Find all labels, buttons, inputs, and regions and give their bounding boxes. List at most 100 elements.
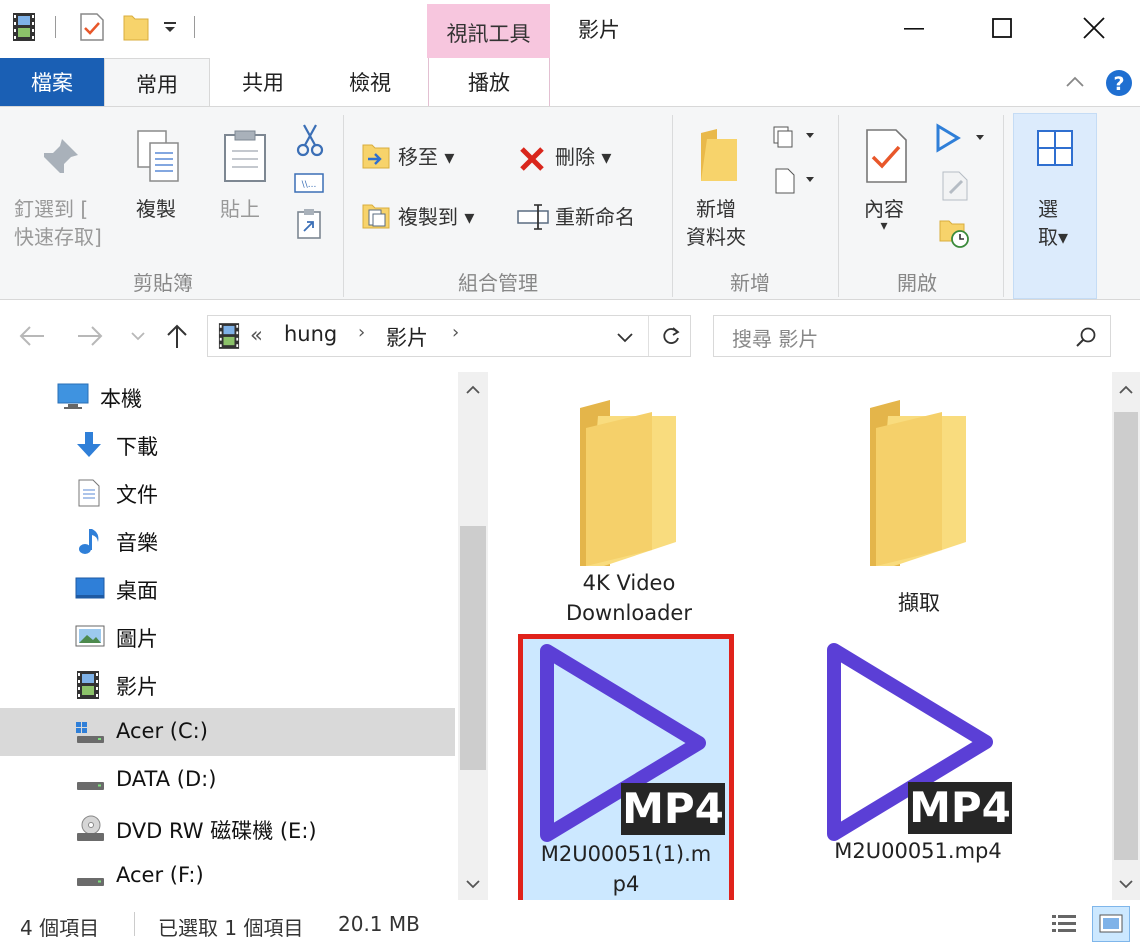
main-scrollbar[interactable] [1112,372,1140,900]
video-file-selected[interactable]: MP4 M2U00051(1).m p4 [518,634,734,908]
tab-share[interactable]: 共用 [210,58,316,106]
breadcrumb-chevron-icon[interactable]: › [358,322,365,343]
recent-locations-icon[interactable] [130,328,146,347]
collapse-ribbon-icon[interactable] [1064,72,1086,96]
paste-icon[interactable] [220,127,270,189]
details-view-icon[interactable] [1050,910,1080,942]
main-scroll-thumb[interactable] [1114,412,1138,860]
nav-item-videos[interactable]: 影片 [0,660,455,708]
pin-icon[interactable] [38,135,82,183]
properties-check-icon[interactable] [79,12,104,42]
paste-label[interactable]: 貼上 [220,195,260,223]
tab-play[interactable]: 播放 [428,58,550,106]
nav-scroll-thumb[interactable] [460,526,486,770]
breadcrumb-hung[interactable]: hung [284,322,337,346]
nav-item-pictures[interactable]: 圖片 [0,612,455,660]
new-folder-icon[interactable] [697,127,743,189]
organize-group-label: 組合管理 [458,271,538,295]
new-item-icon[interactable] [770,121,818,155]
copy-to-button[interactable]: 複製到 ▾ [398,203,474,231]
paste-shortcut-icon[interactable] [295,207,323,245]
svg-text:?: ? [1113,73,1124,95]
nav-item-downloads[interactable]: 下載 [0,420,455,468]
pictures-icon [74,622,105,650]
document-icon [76,478,106,507]
folder-icon [564,398,684,572]
nav-item-acer-f[interactable]: Acer (F:) [0,852,455,900]
select-grid-icon[interactable] [1036,129,1074,171]
breadcrumb-videos[interactable]: 影片 [386,322,428,352]
back-arrow-icon[interactable] [18,324,46,352]
path-overflow[interactable]: « [250,323,263,347]
scroll-up-icon[interactable] [1118,382,1134,401]
edit-icon[interactable] [940,169,970,207]
copy-to-icon[interactable] [360,201,392,235]
refresh-icon[interactable] [660,326,682,352]
cut-scissors-icon[interactable] [295,123,325,161]
tab-home[interactable]: 常用 [104,58,210,108]
copy-label[interactable]: 複製 [136,195,176,223]
scroll-up-icon[interactable] [465,382,481,401]
nav-scrollbar[interactable] [458,372,488,900]
status-bar: 4 個項目 已選取 1 個項目 20.1 MB [0,900,1140,948]
nav-item-desktop[interactable]: 桌面 [0,564,455,612]
folder-item[interactable]: 擷取 [834,392,1004,632]
delete-button[interactable]: 刪除 ▾ [555,143,611,171]
new-folder-quick-icon[interactable] [122,12,149,42]
nav-item-acer-c[interactable]: Acer (C:) [0,708,455,756]
copy-path-icon[interactable]: \\... [293,171,325,199]
breadcrumb-chevron-icon[interactable]: › [452,322,459,343]
search-icon[interactable] [1074,325,1098,353]
properties-button[interactable]: 內容 ▾ [864,195,904,237]
drive-icon [74,766,104,794]
large-icons-view-button[interactable] [1092,906,1130,942]
nav-item-data-d[interactable]: DATA (D:) [0,756,455,804]
forward-arrow-icon[interactable] [76,324,104,352]
new-group-label: 新增 [730,271,770,295]
rename-button[interactable]: 重新命名 [555,203,635,231]
search-box[interactable]: 搜尋 影片 [713,315,1111,357]
new-folder-button[interactable]: 新增 資料夾 [686,195,746,251]
close-button[interactable] [1064,8,1124,48]
move-to-icon[interactable] [360,141,392,175]
nav-item-this-pc[interactable]: 本機 [0,372,455,420]
open-play-icon[interactable] [934,123,990,157]
film-icon [12,12,36,42]
up-arrow-icon[interactable] [164,322,190,354]
delete-x-icon[interactable] [518,145,546,177]
history-icon[interactable] [938,215,972,253]
selection-count: 已選取 1 個項目 [158,916,304,940]
address-bar[interactable]: « hung › 影片 › [207,315,691,357]
minimize-icon [904,28,924,30]
maximize-icon [992,18,1012,38]
ribbon: 釘選到 [快速存取] 複製 貼上 \\... 剪貼簿 移至 ▾ 複製到 ▾ 刪除… [0,106,1140,300]
selection-size: 20.1 MB [338,912,420,936]
mp4-badge: MP4 [908,782,1012,834]
quick-access-dropdown-icon[interactable] [162,16,186,46]
scroll-down-icon[interactable] [1118,876,1134,895]
mp4-badge: MP4 [621,783,725,835]
pin-label[interactable]: 釘選到 [快速存取] [14,195,102,251]
file-view: 4K Video Downloader 擷取 MP4 M2U00051(1).m p… [488,372,1112,908]
properties-icon[interactable] [864,127,910,189]
maximize-button[interactable] [972,8,1032,48]
folder-item[interactable]: 4K Video Downloader [544,392,714,632]
tab-view[interactable]: 檢視 [316,58,424,106]
nav-item-music[interactable]: 音樂 [0,516,455,564]
rename-icon[interactable] [516,203,550,235]
minimize-button[interactable] [884,8,944,48]
tab-file[interactable]: 檔案 [0,58,104,106]
help-icon[interactable]: ? [1104,68,1134,102]
scroll-down-icon[interactable] [465,876,481,895]
copy-icon[interactable] [134,127,184,189]
video-file[interactable]: MP4 M2U00051.mp4 [810,638,1026,868]
nav-item-dvd-e[interactable]: DVD RW 磁碟機 (E:) [0,804,455,852]
nav-item-documents[interactable]: 文件 [0,468,455,516]
address-history-dropdown-icon[interactable] [616,330,634,349]
clipboard-group-label: 剪貼簿 [133,271,193,295]
select-label[interactable]: 選取▾ [1038,195,1068,251]
easy-access-icon[interactable] [770,163,818,201]
search-input[interactable]: 搜尋 影片 [732,323,818,352]
move-to-button[interactable]: 移至 ▾ [398,143,454,171]
folder-icon [854,398,974,572]
